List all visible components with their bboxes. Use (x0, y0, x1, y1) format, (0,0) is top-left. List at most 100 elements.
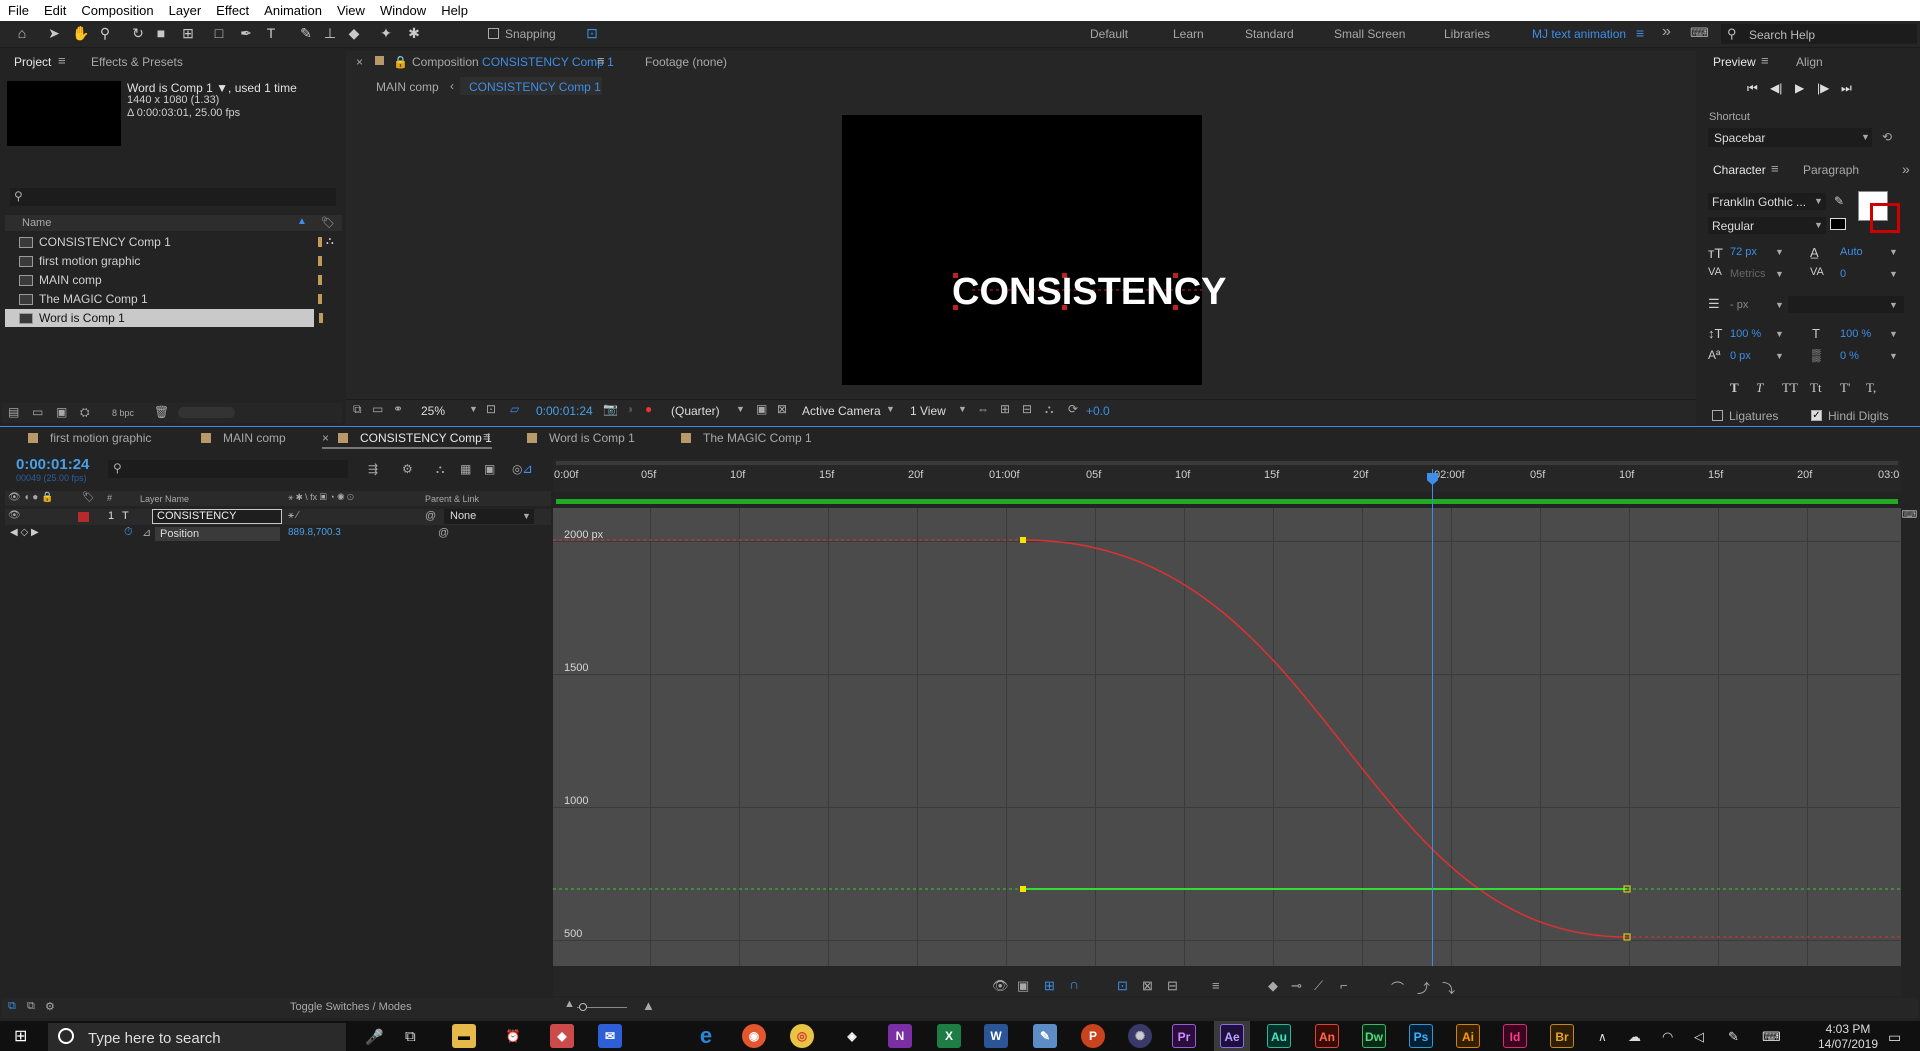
tab-project[interactable]: Project (14, 55, 51, 69)
tab-preview[interactable]: Preview (1713, 55, 1756, 69)
transform-box-icon[interactable]: ⊞ (1044, 978, 1055, 994)
linear-keyframe-icon[interactable]: ⟋ (1314, 978, 1323, 994)
puppet-tool-icon[interactable]: ✱ (406, 25, 422, 41)
sort-ascending-icon[interactable]: ▲ (297, 216, 307, 227)
camera-tool-icon[interactable]: ■ (153, 25, 169, 41)
first-frame-icon[interactable]: ⏮ (1747, 81, 1758, 96)
roto-brush-icon[interactable]: ✦ (378, 25, 394, 41)
parent-pickwhip-icon[interactable]: @ (425, 510, 436, 522)
indesign-icon[interactable]: Id (1503, 1024, 1527, 1048)
bit-depth[interactable]: 8 bpc (112, 408, 134, 418)
timeline-icon[interactable]: ⊟ (1022, 402, 1032, 416)
chevron-down-icon[interactable]: ▼ (1814, 220, 1823, 230)
menu-file[interactable]: File (0, 3, 36, 18)
choose-properties-icon[interactable]: 👁 (992, 978, 1009, 994)
home-icon[interactable]: ⌂ (14, 25, 30, 41)
workspace-small-screen[interactable]: Small Screen (1334, 27, 1405, 41)
close-tab-icon[interactable]: × (322, 431, 329, 445)
fit-selection-icon[interactable]: ⊠ (1142, 978, 1153, 994)
stroke-width-value[interactable]: - px (1730, 299, 1748, 311)
display-icon[interactable]: ▭ (372, 402, 383, 416)
brainstorm-icon[interactable]: ◎ (512, 462, 522, 476)
fast-previews-icon[interactable]: ⊞ (1000, 402, 1010, 416)
notifications-icon[interactable]: ▭ (1888, 1029, 1901, 1046)
play-icon[interactable]: ▶ (1795, 81, 1804, 95)
chevron-down-icon[interactable]: ▼ (469, 404, 478, 414)
motion-blur-icon[interactable]: ▣ (484, 462, 495, 476)
composition-tab-name[interactable]: CONSISTENCY Comp 1 (482, 55, 614, 69)
snapping-checkbox[interactable] (488, 28, 499, 39)
menu-window[interactable]: Window (372, 3, 433, 18)
chevron-down-icon[interactable]: ▼ (1889, 329, 1898, 339)
camera-dropdown[interactable]: Active Camera (802, 404, 881, 418)
stroke-style-dropdown[interactable] (1788, 296, 1904, 313)
layer-switches-toggle-icon[interactable]: ⧉ (8, 1000, 16, 1013)
tab-the-magic-comp[interactable]: The MAGIC Comp 1 (681, 431, 812, 445)
new-comp-icon[interactable]: ▣ (56, 405, 67, 419)
onenote-icon[interactable]: N (888, 1024, 912, 1048)
panel-menu-icon[interactable]: ≡ (1771, 161, 1779, 176)
toggle-switches-modes[interactable]: Toggle Switches / Modes (290, 1001, 412, 1013)
auto-zoom-icon[interactable]: ⊡ (1117, 978, 1128, 994)
project-item[interactable]: The MAGIC Comp 1 (5, 290, 342, 308)
layer-label-color[interactable] (78, 512, 89, 522)
firefox-icon[interactable]: ◉ (742, 1024, 766, 1048)
breadcrumb-consistency-comp[interactable]: CONSISTENCY Comp 1 (469, 80, 601, 94)
pen-app-icon[interactable]: ✎ (1033, 1024, 1057, 1048)
visibility-eye-icon[interactable]: 👁 (8, 510, 21, 521)
graph-curves[interactable] (553, 508, 1901, 966)
chevron-down-icon[interactable]: ▼ (1775, 351, 1784, 361)
av-features-icon[interactable]: 👁 ◖ ● 🔒 (8, 492, 54, 503)
chevron-down-icon[interactable]: ▼ (1889, 300, 1898, 310)
switches-header-icon[interactable]: ⚹ ✱ \ fx ▣ ◔ ◉ ⊙ (288, 492, 354, 503)
tracking-value[interactable]: 0 (1840, 268, 1846, 280)
transparency-grid-icon[interactable]: ▱ (510, 402, 519, 416)
menu-layer[interactable]: Layer (161, 3, 209, 18)
clock-app-icon[interactable]: ⏰ (501, 1024, 525, 1048)
tab-word-is-comp[interactable]: Word is Comp 1 (527, 431, 635, 445)
chevron-down-icon[interactable]: ▼ (1861, 132, 1870, 142)
layer-switches-icon[interactable]: ⚹ ⁄ (288, 510, 298, 521)
exposure-value[interactable]: +0.0 (1086, 404, 1110, 418)
easy-ease-in-icon[interactable]: ⤴ (1417, 978, 1430, 997)
panel-menu-icon[interactable]: ≡ (58, 53, 66, 68)
panel-menu-icon[interactable]: ≡ (1761, 53, 1769, 68)
chrome-icon[interactable]: ◎ (790, 1024, 814, 1048)
premiere-pro-icon[interactable]: Pr (1172, 1024, 1196, 1048)
keyboard-shortcut-icon[interactable]: ⌨ (1690, 25, 1709, 41)
rectangle-tool-icon[interactable]: □ (211, 25, 227, 41)
easy-ease-icon[interactable]: ⌒ (1391, 978, 1404, 997)
project-item[interactable]: first motion graphic (5, 252, 342, 270)
chevron-down-icon[interactable]: ▼ (1889, 247, 1898, 257)
toggle-transparency-icon[interactable]: ⊠ (777, 402, 787, 416)
task-view-icon[interactable]: ⧉ (405, 1028, 416, 1045)
draft-3d-icon[interactable]: ⚙ (402, 462, 413, 476)
settings-app-icon[interactable]: ✺ (1128, 1024, 1152, 1048)
frame-blending-icon[interactable]: ▦ (460, 462, 471, 476)
menu-view[interactable]: View (329, 3, 372, 18)
menu-composition[interactable]: Composition (73, 3, 160, 18)
project-item-selected[interactable]: Word is Comp 1 (5, 309, 314, 327)
menu-effect[interactable]: Effect (208, 3, 256, 18)
workspace-overflow-icon[interactable]: » (1662, 23, 1671, 41)
windows-start-icon[interactable]: ⊞ (14, 1028, 32, 1046)
messenger-app-icon[interactable]: ✉ (598, 1024, 622, 1048)
dreamweaver-icon[interactable]: Dw (1362, 1024, 1386, 1048)
project-search-input[interactable] (10, 188, 336, 206)
brush-tool-icon[interactable]: ✎ (298, 25, 314, 41)
workspace-default[interactable]: Default (1090, 27, 1128, 41)
small-caps-button[interactable]: Tt (1810, 380, 1822, 396)
type-tool-icon[interactable]: T (263, 25, 279, 41)
fit-icon[interactable]: ⊡ (486, 402, 496, 416)
wifi-icon[interactable]: ◠ (1662, 1029, 1673, 1045)
work-area-bar[interactable] (556, 499, 1898, 504)
chevron-down-icon[interactable]: ▼ (1775, 329, 1784, 339)
graph-type-icon[interactable]: ▣ (1017, 978, 1029, 994)
shy-layers-icon[interactable]: ⛬ (436, 462, 444, 477)
layer-name-header[interactable]: Layer Name (140, 494, 189, 504)
workspace-menu-icon[interactable]: ≡ (1636, 25, 1644, 41)
ligatures-checkbox[interactable] (1712, 410, 1723, 421)
new-folder-icon[interactable]: ▭ (32, 405, 43, 419)
zoom-dropdown[interactable]: 25% (421, 404, 445, 418)
resolution-dropdown[interactable]: (Quarter) (671, 404, 720, 418)
